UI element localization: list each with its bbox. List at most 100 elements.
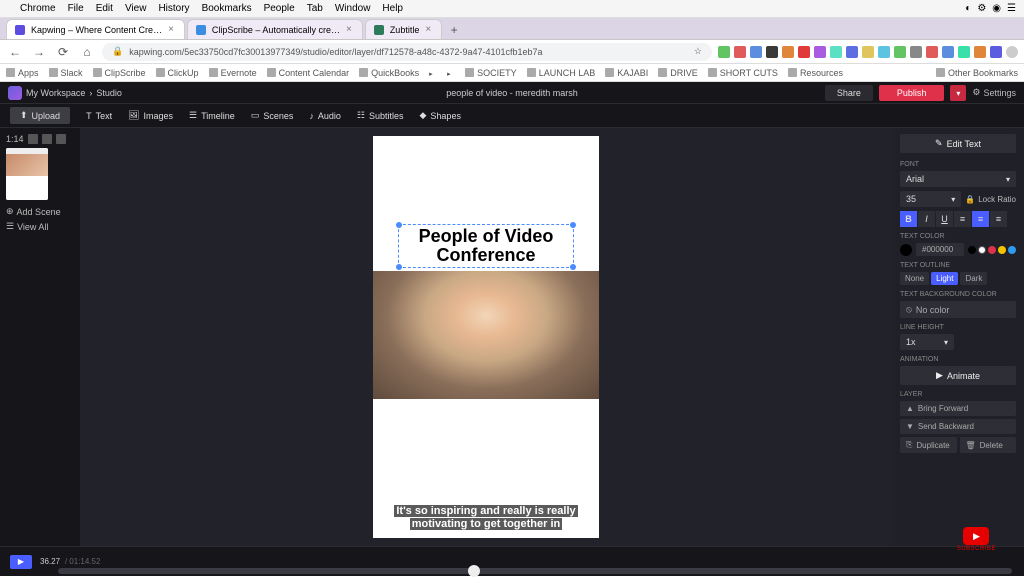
upload-button[interactable]: ⬆Upload [10, 107, 70, 124]
tool-images[interactable]: 🖼Images [128, 110, 173, 121]
tool-timeline[interactable]: ☰Timeline [189, 110, 235, 121]
play-button[interactable]: ▶ [10, 555, 32, 569]
extension-icon[interactable] [814, 46, 826, 58]
resize-handle[interactable] [570, 264, 576, 270]
menu-people[interactable]: People [264, 3, 295, 14]
close-icon[interactable]: × [425, 24, 431, 35]
bookmark-folder[interactable] [447, 68, 455, 78]
extension-icon[interactable] [990, 46, 1002, 58]
bookmark-item[interactable]: Resources [788, 68, 843, 78]
bookmark-item[interactable]: DRIVE [658, 68, 698, 78]
scene-thumbnail[interactable] [6, 148, 48, 200]
bookmark-item[interactable]: ClickUp [156, 68, 199, 78]
animate-button[interactable]: ▶Animate [900, 366, 1016, 385]
other-bookmarks[interactable]: Other Bookmarks [936, 68, 1018, 78]
bring-forward-button[interactable]: ▲Bring Forward [900, 401, 1016, 416]
outline-light[interactable]: Light [931, 272, 958, 285]
publish-button[interactable]: Publish [879, 85, 945, 101]
breadcrumb-studio[interactable]: Studio [96, 88, 122, 98]
extension-icon[interactable] [926, 46, 938, 58]
edit-text-button[interactable]: ✎Edit Text [900, 134, 1016, 153]
menu-tab[interactable]: Tab [307, 3, 323, 14]
settings-button[interactable]: ⚙Settings [972, 87, 1016, 98]
resize-handle[interactable] [396, 264, 402, 270]
publish-dropdown[interactable]: ▾ [950, 85, 966, 101]
project-title[interactable]: people of video - meredith marsh [446, 88, 578, 98]
send-backward-button[interactable]: ▼Send Backward [900, 419, 1016, 434]
new-tab-button[interactable]: + [444, 21, 464, 39]
menu-help[interactable]: Help [382, 3, 403, 14]
copy-icon[interactable] [28, 134, 38, 144]
menu-history[interactable]: History [158, 3, 189, 14]
menu-bookmarks[interactable]: Bookmarks [202, 3, 252, 14]
tool-subtitles[interactable]: ☷Subtitles [357, 110, 404, 121]
tool-audio[interactable]: ♪Audio [309, 111, 341, 121]
extension-icon[interactable] [910, 46, 922, 58]
extension-icon[interactable] [846, 46, 858, 58]
align-left-button[interactable]: ≡ [954, 211, 972, 227]
resize-handle[interactable] [570, 222, 576, 228]
profile-icon[interactable] [1006, 46, 1018, 58]
browser-tab[interactable]: Kapwing – Where Content Cre… × [6, 19, 185, 39]
italic-button[interactable]: I [918, 211, 936, 227]
browser-tab[interactable]: ClipScribe – Automatically cre… × [187, 19, 363, 39]
menu-edit[interactable]: Edit [96, 3, 113, 14]
canvas[interactable]: People of Video Conference It's so inspi… [80, 128, 892, 546]
add-scene-button[interactable]: ⊕Add Scene [6, 206, 74, 217]
bookmark-item[interactable]: Evernote [209, 68, 257, 78]
font-size-select[interactable]: 35▾ [900, 191, 961, 207]
extension-icon[interactable] [782, 46, 794, 58]
reload-button[interactable]: ⟳ [54, 43, 72, 61]
outline-none[interactable]: None [900, 272, 929, 285]
trash-icon[interactable] [56, 134, 66, 144]
headline-text-box[interactable]: People of Video Conference [398, 224, 574, 268]
bookmark-item[interactable]: LAUNCH LAB [527, 68, 596, 78]
close-icon[interactable]: × [168, 24, 174, 35]
color-swatch[interactable] [968, 246, 976, 254]
extension-icon[interactable] [718, 46, 730, 58]
color-hex-input[interactable]: #000000 [916, 243, 964, 256]
lineheight-select[interactable]: 1x▾ [900, 334, 954, 350]
font-select[interactable]: Arial▾ [900, 171, 1016, 187]
extension-icon[interactable] [974, 46, 986, 58]
url-input[interactable]: 🔒 kapwing.com/5ec33750cd7fc30013977349/s… [102, 43, 712, 61]
extension-icon[interactable] [894, 46, 906, 58]
timeline-playhead[interactable] [468, 565, 480, 577]
bookmark-item[interactable]: ClipScribe [93, 68, 146, 78]
menu-view[interactable]: View [125, 3, 147, 14]
extension-icon[interactable] [958, 46, 970, 58]
menu-chrome[interactable]: Chrome [20, 3, 56, 14]
back-button[interactable]: ← [6, 43, 24, 61]
color-swatch[interactable] [988, 246, 996, 254]
extension-icon[interactable] [862, 46, 874, 58]
browser-tab[interactable]: Zubtitle × [365, 19, 442, 39]
youtube-subscribe-badge[interactable]: ▶ SUBSCRIBE [957, 527, 996, 552]
extension-icon[interactable] [766, 46, 778, 58]
align-right-button[interactable]: ≡ [990, 211, 1008, 227]
extension-icon[interactable] [830, 46, 842, 58]
apps-button[interactable]: Apps [6, 68, 39, 78]
tool-shapes[interactable]: ◆Shapes [420, 110, 461, 121]
no-color-button[interactable]: ⦸No color [900, 301, 1016, 318]
extension-icon[interactable] [734, 46, 746, 58]
tool-scenes[interactable]: ▭Scenes [251, 110, 294, 121]
color-swatch[interactable] [1008, 246, 1016, 254]
tool-text[interactable]: TText [86, 111, 112, 121]
home-button[interactable]: ⌂ [78, 43, 96, 61]
breadcrumb[interactable]: My Workspace › Studio [8, 86, 122, 100]
close-icon[interactable]: × [346, 24, 352, 35]
current-color-swatch[interactable] [900, 244, 912, 256]
bookmark-item[interactable]: SHORT CUTS [708, 68, 778, 78]
align-center-button[interactable]: ≡ [972, 211, 990, 227]
resize-handle[interactable] [396, 222, 402, 228]
share-button[interactable]: Share [825, 85, 873, 101]
duplicate-button[interactable]: ⎘Duplicate [900, 437, 957, 453]
underline-button[interactable]: U [936, 211, 954, 227]
bold-button[interactable]: B [900, 211, 918, 227]
view-all-button[interactable]: ☰View All [6, 221, 74, 232]
bookmark-folder[interactable] [429, 68, 437, 78]
menu-file[interactable]: File [68, 3, 84, 14]
duplicate-icon[interactable] [42, 134, 52, 144]
subtitle-text[interactable]: It's so inspiring and really is really m… [379, 505, 593, 533]
timeline-track[interactable] [58, 568, 1012, 574]
